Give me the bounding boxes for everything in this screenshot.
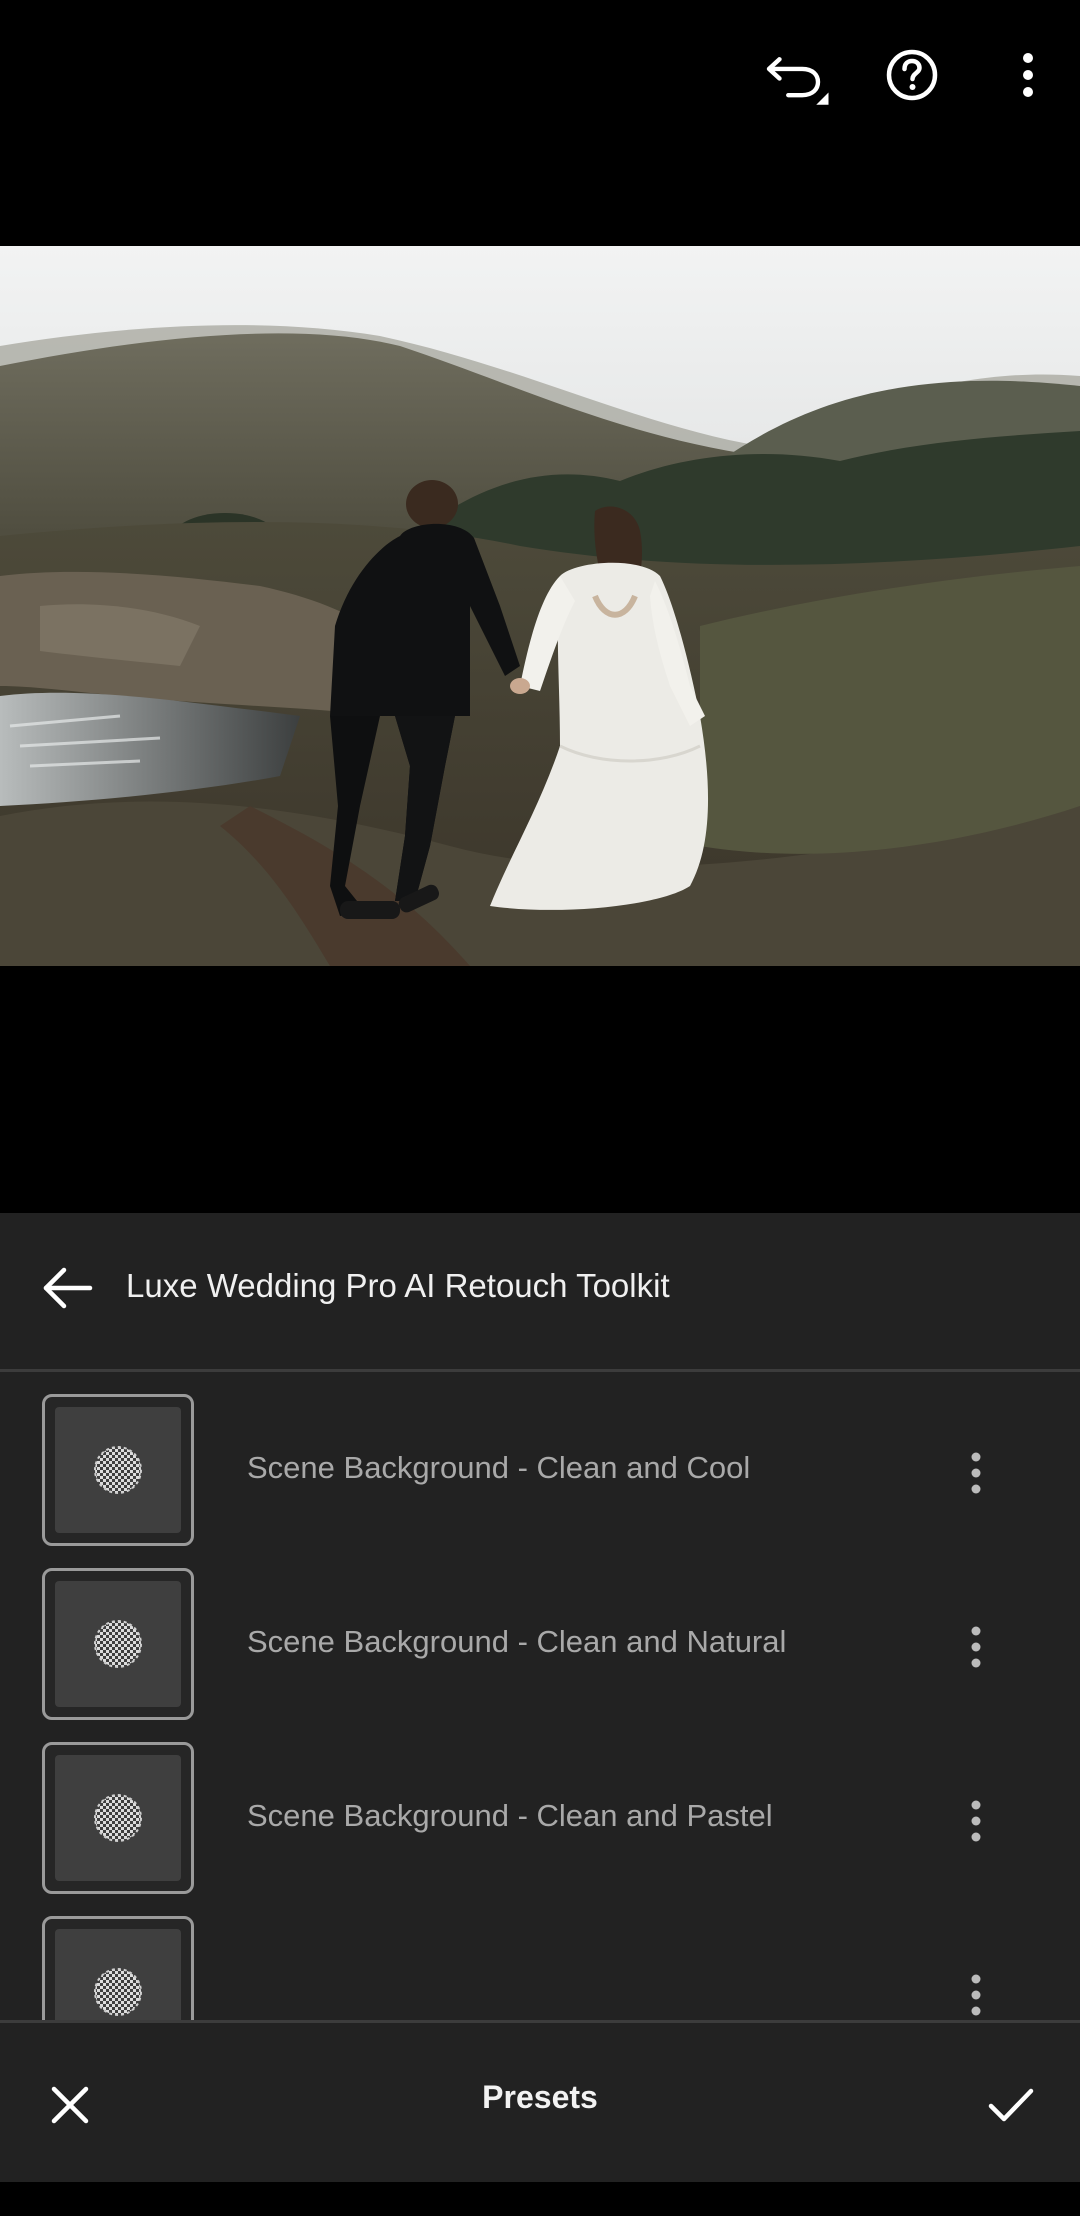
ai-mask-icon xyxy=(94,1968,142,2016)
preset-group-title: Luxe Wedding Pro AI Retouch Toolkit xyxy=(126,1267,670,1304)
more-vertical-icon xyxy=(1023,53,1033,97)
preset-item[interactable]: Scene Background - Clean and Pastel xyxy=(0,1720,1080,1894)
undo-button[interactable] xyxy=(762,40,832,110)
preset-item[interactable]: Scene Background - Clean and Natural xyxy=(0,1546,1080,1720)
panel-header: Luxe Wedding Pro AI Retouch Toolkit xyxy=(0,1213,1080,1369)
more-vertical-icon xyxy=(971,1974,981,2016)
bottom-action-bar: Presets xyxy=(0,2020,1080,2182)
ai-mask-icon xyxy=(94,1794,142,1842)
preset-name: Scene Background - Clean and Cool xyxy=(247,1450,751,1485)
help-button[interactable] xyxy=(877,40,947,110)
preset-name: Scene Background - Clean and Natural xyxy=(247,1624,787,1659)
back-button[interactable] xyxy=(42,1265,102,1315)
bottom-bar-title: Presets xyxy=(482,2079,598,2115)
more-vertical-icon xyxy=(971,1626,981,1668)
more-options-button[interactable] xyxy=(993,40,1063,110)
ai-mask-icon xyxy=(94,1446,142,1494)
photo-canvas[interactable] xyxy=(0,246,1080,966)
help-icon xyxy=(886,49,938,101)
preset-name: Scene Background - Clean and Pastel xyxy=(247,1798,773,1833)
preset-item[interactable]: Scene Background - Clean and Cool xyxy=(0,1372,1080,1546)
top-toolbar xyxy=(0,0,1080,246)
preset-more-button[interactable] xyxy=(956,1438,996,1508)
checkmark-icon xyxy=(988,2088,1034,2122)
preset-thumbnail xyxy=(42,1742,194,1894)
preset-thumbnail xyxy=(42,1394,194,1546)
preset-more-button[interactable] xyxy=(956,1786,996,1856)
canvas-margin xyxy=(0,966,1080,1213)
arrow-left-icon xyxy=(43,1267,93,1309)
wedding-photo xyxy=(0,246,1080,966)
more-vertical-icon xyxy=(971,1800,981,1842)
preset-more-button[interactable] xyxy=(956,1612,996,1682)
more-vertical-icon xyxy=(971,1452,981,1494)
preset-thumbnail xyxy=(42,1568,194,1720)
ai-mask-icon xyxy=(94,1620,142,1668)
undo-icon xyxy=(766,57,829,105)
confirm-button[interactable] xyxy=(978,2075,1044,2135)
